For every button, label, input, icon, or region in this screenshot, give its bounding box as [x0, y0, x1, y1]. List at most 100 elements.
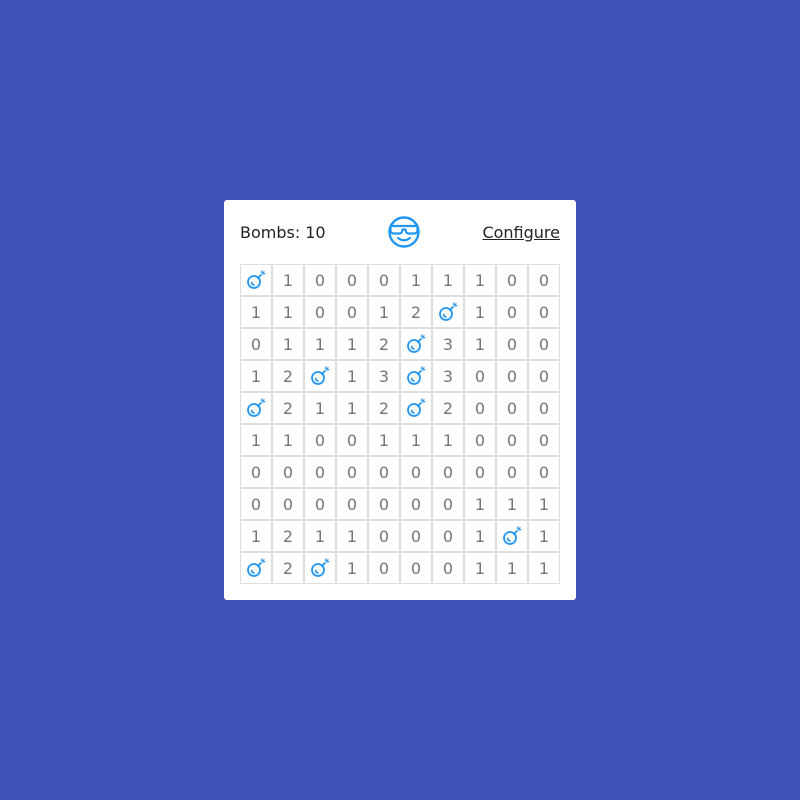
board-cell[interactable]: 0 [400, 520, 432, 552]
board-cell[interactable]: 1 [272, 264, 304, 296]
board-cell-bomb[interactable] [304, 360, 336, 392]
board-cell[interactable]: 1 [272, 296, 304, 328]
board-cell-bomb[interactable] [432, 296, 464, 328]
board-cell[interactable]: 0 [496, 456, 528, 488]
board-cell[interactable]: 0 [400, 488, 432, 520]
board-cell[interactable]: 0 [432, 456, 464, 488]
board-cell[interactable]: 0 [304, 296, 336, 328]
board-cell[interactable]: 2 [272, 552, 304, 584]
board-cell[interactable]: 0 [240, 328, 272, 360]
board-cell[interactable]: 0 [304, 488, 336, 520]
board-cell[interactable]: 0 [368, 488, 400, 520]
configure-link[interactable]: Configure [482, 223, 560, 242]
board-cell[interactable]: 3 [432, 328, 464, 360]
board-cell-bomb[interactable] [240, 392, 272, 424]
board-cell[interactable]: 1 [400, 264, 432, 296]
board-cell[interactable]: 1 [336, 328, 368, 360]
board-cell[interactable]: 0 [496, 296, 528, 328]
board-cell[interactable]: 1 [304, 328, 336, 360]
board-cell[interactable]: 2 [432, 392, 464, 424]
board-cell[interactable]: 2 [368, 392, 400, 424]
board-cell[interactable]: 0 [528, 296, 560, 328]
board-cell[interactable]: 1 [304, 520, 336, 552]
board-cell[interactable]: 1 [464, 552, 496, 584]
board-cell[interactable]: 0 [528, 456, 560, 488]
board-cell[interactable]: 1 [528, 488, 560, 520]
board-cell[interactable]: 1 [496, 552, 528, 584]
board-cell-bomb[interactable] [496, 520, 528, 552]
board-cell[interactable]: 0 [272, 456, 304, 488]
board-cell[interactable]: 0 [336, 424, 368, 456]
board-cell[interactable]: 0 [432, 488, 464, 520]
board-cell[interactable]: 0 [496, 424, 528, 456]
board-cell[interactable]: 0 [496, 392, 528, 424]
board-cell-bomb[interactable] [400, 392, 432, 424]
board-cell[interactable]: 0 [496, 360, 528, 392]
board-cell[interactable]: 0 [304, 424, 336, 456]
board-cell[interactable]: 0 [528, 424, 560, 456]
board-cell[interactable]: 1 [464, 264, 496, 296]
board-cell[interactable]: 1 [368, 296, 400, 328]
board-cell[interactable]: 1 [464, 296, 496, 328]
board-cell[interactable]: 2 [272, 360, 304, 392]
board-cell[interactable]: 1 [240, 296, 272, 328]
board-cell[interactable]: 0 [304, 456, 336, 488]
board-cell[interactable]: 2 [272, 520, 304, 552]
board-cell[interactable]: 0 [336, 296, 368, 328]
board-cell[interactable]: 0 [400, 552, 432, 584]
board-cell[interactable]: 1 [336, 392, 368, 424]
board-cell[interactable]: 1 [304, 392, 336, 424]
board-cell[interactable]: 1 [272, 424, 304, 456]
board-cell[interactable]: 3 [432, 360, 464, 392]
board-cell[interactable]: 0 [400, 456, 432, 488]
board-cell[interactable]: 0 [464, 392, 496, 424]
board-cell[interactable]: 1 [496, 488, 528, 520]
board-cell[interactable]: 0 [368, 456, 400, 488]
board-cell[interactable]: 0 [496, 264, 528, 296]
board-cell[interactable]: 1 [528, 552, 560, 584]
board-cell[interactable]: 1 [240, 520, 272, 552]
board-cell[interactable]: 0 [304, 264, 336, 296]
board-cell[interactable]: 2 [368, 328, 400, 360]
board-cell[interactable]: 2 [400, 296, 432, 328]
board-cell[interactable]: 0 [432, 552, 464, 584]
board-cell-bomb[interactable] [240, 264, 272, 296]
board-cell[interactable]: 1 [272, 328, 304, 360]
board-cell[interactable]: 0 [528, 328, 560, 360]
sunglasses-face-icon[interactable] [387, 215, 421, 249]
board-cell[interactable]: 1 [464, 488, 496, 520]
board-cell[interactable]: 1 [400, 424, 432, 456]
board-cell[interactable]: 3 [368, 360, 400, 392]
board-cell[interactable]: 0 [336, 488, 368, 520]
board-cell[interactable]: 1 [528, 520, 560, 552]
board-cell[interactable]: 1 [240, 424, 272, 456]
board-cell[interactable]: 0 [368, 520, 400, 552]
board-cell[interactable]: 1 [240, 360, 272, 392]
board-cell[interactable]: 1 [432, 424, 464, 456]
board-cell[interactable]: 2 [272, 392, 304, 424]
board-cell[interactable]: 0 [464, 360, 496, 392]
board-cell[interactable]: 0 [464, 456, 496, 488]
board-cell[interactable]: 0 [496, 328, 528, 360]
board-cell[interactable]: 0 [336, 264, 368, 296]
board-cell[interactable]: 0 [240, 456, 272, 488]
board-cell-bomb[interactable] [400, 360, 432, 392]
board-cell[interactable]: 0 [528, 360, 560, 392]
board-cell[interactable]: 1 [464, 520, 496, 552]
board-cell[interactable]: 1 [368, 424, 400, 456]
board-cell[interactable]: 1 [336, 552, 368, 584]
board-cell-bomb[interactable] [304, 552, 336, 584]
board-cell[interactable]: 1 [336, 520, 368, 552]
board-cell[interactable]: 0 [528, 392, 560, 424]
board-cell[interactable]: 1 [432, 264, 464, 296]
board-cell-bomb[interactable] [240, 552, 272, 584]
board-cell[interactable]: 1 [464, 328, 496, 360]
board-cell[interactable]: 0 [272, 488, 304, 520]
board-cell[interactable]: 0 [368, 552, 400, 584]
board-cell[interactable]: 0 [240, 488, 272, 520]
board-cell[interactable]: 0 [336, 456, 368, 488]
board-cell[interactable]: 0 [528, 264, 560, 296]
board-cell[interactable]: 1 [336, 360, 368, 392]
board-cell[interactable]: 0 [432, 520, 464, 552]
board-cell[interactable]: 0 [464, 424, 496, 456]
